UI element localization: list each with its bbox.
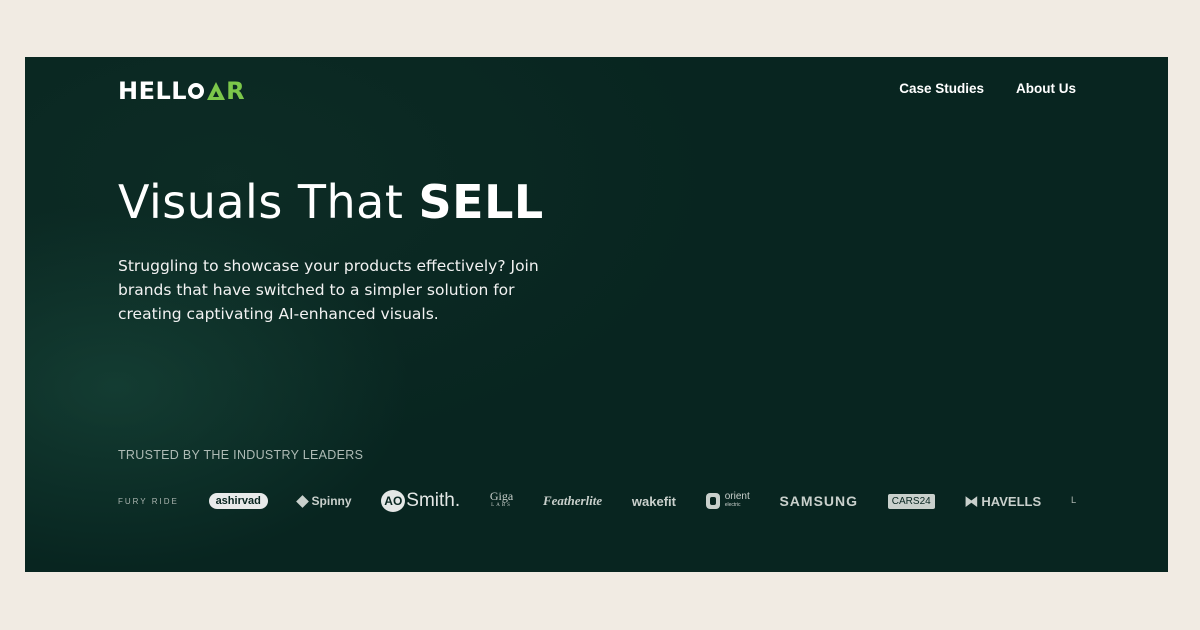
brand-spinny: Spinny [295,494,352,508]
brand-ashirvad-text: ashirvad [215,495,261,507]
brand-giga: Giga LABS [489,489,514,511]
brand-cars-suffix: 24 [919,495,931,507]
brand-partial-icon: L [1070,496,1076,506]
hello-ar-logo[interactable]: HELL R [118,77,245,105]
brand-ashirvad: ashirvad [208,493,268,509]
logo-accent-text: R [226,77,246,105]
brand-samsung: SAMSUNG [779,493,858,509]
trusted-heading: TRUSTED BY THE INDUSTRY LEADERS [118,448,364,462]
brand-ao-smith: AO Smith. [381,490,460,512]
brand-spinny-text: Spinny [311,494,352,508]
headline-bold: SELL [418,175,544,229]
orient-logo-icon [705,493,720,509]
brand-wakefit-text: wakefit [631,493,676,509]
logo-text: HELL [118,77,188,105]
brand-fury-ride-text: FURY RIDE [118,496,179,506]
ao-badge-icon: AO [381,490,406,512]
nav-case-studies[interactable]: Case Studies [899,81,984,96]
brand-featherlite: Featherlite [543,493,602,509]
brand-featherlite-text: Featherlite [542,493,603,508]
brand-orient-sub: electric [724,502,741,508]
brand-ao-smith-text: Smith. [406,490,461,511]
hero-headline: Visuals That SELL [118,175,544,229]
nav-about-us[interactable]: About Us [1016,81,1076,96]
spinny-diamond-icon [295,494,309,508]
logo-ar: R [207,77,245,105]
brand-wakefit: wakefit [632,494,676,509]
hero-banner: HELL R Case Studies About Us Visuals Tha… [25,57,1168,572]
brand-cars24: CARS 24 [887,493,935,509]
brand-havells-text: HAVELLS [981,493,1042,509]
hero-subtext: Struggling to showcase your products eff… [118,257,539,323]
brand-orient: orient electric [705,492,750,510]
logo-a-triangle-icon [207,82,226,100]
brand-samsung-text: SAMSUNG [779,493,859,509]
brand-logo-strip: FURY RIDE ashirvad Spinny AO Smith. Giga… [118,487,1076,515]
brand-havells: ⧓ HAVELLS [964,493,1041,510]
havells-icon: ⧓ [964,492,979,509]
brand-fury-ride: FURY RIDE [118,497,179,506]
brand-giga-text: Giga [489,489,514,503]
brand-cars-text: CARS [891,495,920,507]
brand-giga-sub: LABS [491,503,512,508]
headline-light: Visuals That [118,175,419,229]
top-nav: Case Studies About Us [899,81,1076,96]
logo-o-ring [188,83,205,99]
